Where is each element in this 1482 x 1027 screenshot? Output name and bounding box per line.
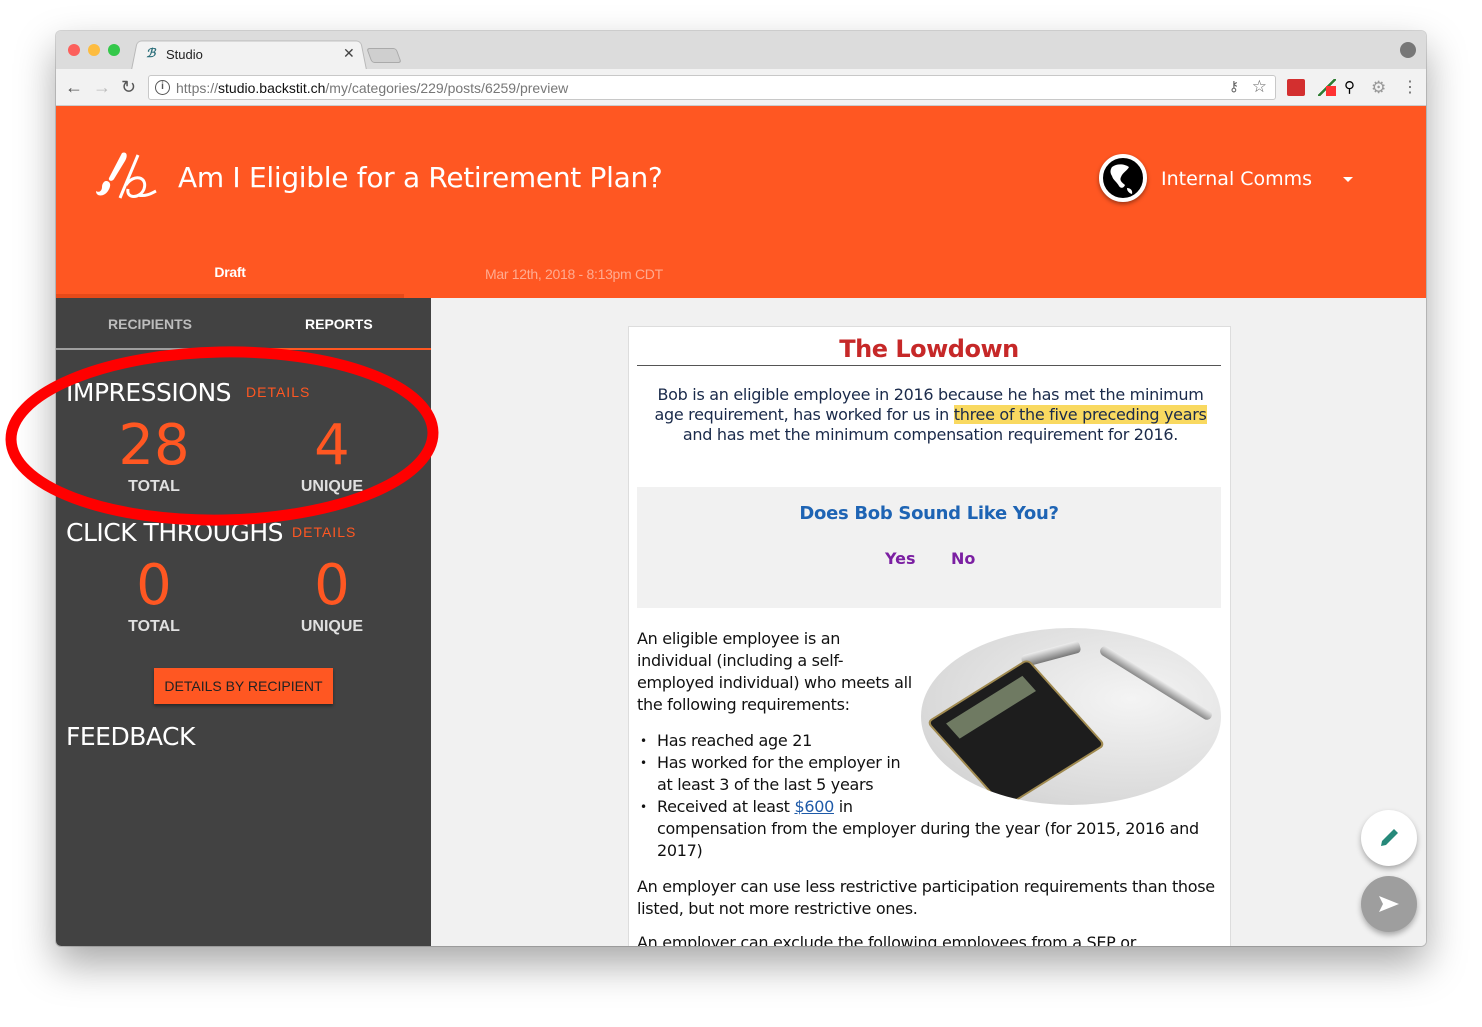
url-scheme: https:// — [176, 80, 219, 96]
question-box: Does Bob Sound Like You? Yes No — [637, 487, 1221, 608]
tab-recipients[interactable]: RECIPIENTS — [108, 316, 192, 332]
minimize-window-button[interactable] — [88, 44, 100, 56]
requirements-list: Has reached age 21 Has worked for the em… — [637, 730, 1221, 862]
backstitch-logo-icon — [96, 152, 157, 199]
impressions-unique: 4 — [314, 413, 350, 478]
reload-icon[interactable]: ↻ — [121, 77, 136, 98]
favicon-icon: ℬ — [146, 46, 156, 60]
browser-toolbar: ← → ↻ i https://studio.backstit.ch/my/ca… — [56, 69, 1426, 106]
preview-pane: The Lowdown Bob is an eligible employee … — [431, 298, 1426, 946]
impressions-details-link[interactable]: DETAILS — [246, 384, 310, 400]
click-throughs-total: 0 — [136, 553, 172, 618]
reports-sidebar: RECIPIENTS REPORTS IMPRESSIONS DETAILS 2… — [56, 298, 431, 946]
tab-draft[interactable]: Draft — [56, 264, 404, 280]
amount-link[interactable]: $600 — [794, 797, 834, 816]
lastpass-extension-icon[interactable] — [1287, 79, 1305, 96]
back-icon[interactable]: ← — [65, 77, 83, 98]
paragraph: An employer can exclude the following em… — [637, 933, 1137, 946]
eyedropper-extension-icon[interactable] — [1318, 79, 1336, 96]
click-throughs-unique-label: UNIQUE — [300, 618, 364, 635]
url-path: /my/categories/229/posts/6259/preview — [325, 80, 569, 96]
impressions-heading: IMPRESSIONS — [66, 378, 232, 407]
list-item: Has reached age 21 — [637, 730, 1221, 752]
tab-title: Studio — [166, 47, 203, 62]
details-by-recipient-button[interactable]: DETAILS BY RECIPIENT — [154, 668, 333, 704]
click-throughs-total-label: TOTAL — [128, 618, 180, 635]
pencil-icon — [1381, 829, 1398, 846]
address-bar[interactable]: i https://studio.backstit.ch/my/categori… — [148, 75, 1276, 100]
email-body: An eligible employee is an individual (i… — [637, 628, 1221, 946]
list-item: Has worked for the employer in at least … — [637, 752, 1221, 796]
feedback-heading: FEEDBACK — [66, 722, 195, 751]
tab-bar: ℬ Studio ✕ — [56, 31, 1426, 71]
click-throughs-heading: CLICK THROUGHS — [66, 518, 284, 547]
organization-selector[interactable]: Internal Comms — [1161, 168, 1312, 190]
search-extension-icon[interactable]: ⚲ — [1344, 79, 1362, 96]
click-throughs-unique: 0 — [314, 553, 350, 618]
tab-reports[interactable]: REPORTS — [305, 316, 373, 332]
maximize-window-button[interactable] — [108, 44, 120, 56]
highlighted-text: three of the five preceding years — [953, 405, 1207, 424]
impressions-unique-label: UNIQUE — [300, 478, 364, 495]
intro-text: Bob is an eligible employee in 2016 beca… — [654, 385, 1207, 444]
menu-kebab-icon[interactable]: ⋮ — [1402, 79, 1420, 96]
info-icon[interactable]: i — [155, 80, 170, 95]
key-icon[interactable]: ⚷ — [1229, 78, 1239, 95]
browser-window: ℬ Studio ✕ ← → ↻ i https://studio.backst… — [56, 31, 1426, 946]
edit-button[interactable] — [1361, 810, 1417, 866]
page-title: Am I Eligible for a Retirement Plan? — [178, 161, 663, 194]
tab-underline — [56, 348, 431, 350]
send-icon — [1379, 896, 1399, 912]
click-throughs-details-link[interactable]: DETAILS — [292, 524, 356, 540]
question-text: Does Bob Sound Like You? — [799, 503, 1059, 524]
url-host: studio.backstit.ch — [218, 80, 326, 96]
list-item: Received at least $600 in compensation f… — [637, 796, 1221, 862]
impressions-total-label: TOTAL — [128, 478, 180, 495]
bookmark-star-icon[interactable]: ☆ — [1252, 77, 1267, 97]
no-link[interactable]: No — [951, 549, 975, 568]
email-preview: The Lowdown Bob is an eligible employee … — [628, 326, 1231, 946]
forward-icon[interactable]: → — [93, 77, 111, 98]
profile-icon[interactable] — [1400, 42, 1416, 58]
post-header: Am I Eligible for a Retirement Plan? Int… — [56, 106, 1426, 298]
impressions-total: 28 — [118, 413, 190, 478]
paragraph: An employer can use less restrictive par… — [637, 877, 1215, 918]
email-heading: The Lowdown — [637, 335, 1221, 366]
close-window-button[interactable] — [68, 44, 80, 56]
post-date: Mar 12th, 2018 - 8:13pm CDT — [485, 266, 663, 282]
gear-extension-icon[interactable]: ⚙ — [1371, 79, 1389, 96]
yes-link[interactable]: Yes — [885, 549, 916, 568]
close-tab-icon[interactable]: ✕ — [343, 45, 355, 62]
globe-icon[interactable] — [1099, 154, 1147, 202]
chevron-down-icon[interactable] — [1343, 177, 1353, 182]
new-tab-button[interactable] — [366, 48, 402, 63]
send-button[interactable] — [1361, 876, 1417, 932]
